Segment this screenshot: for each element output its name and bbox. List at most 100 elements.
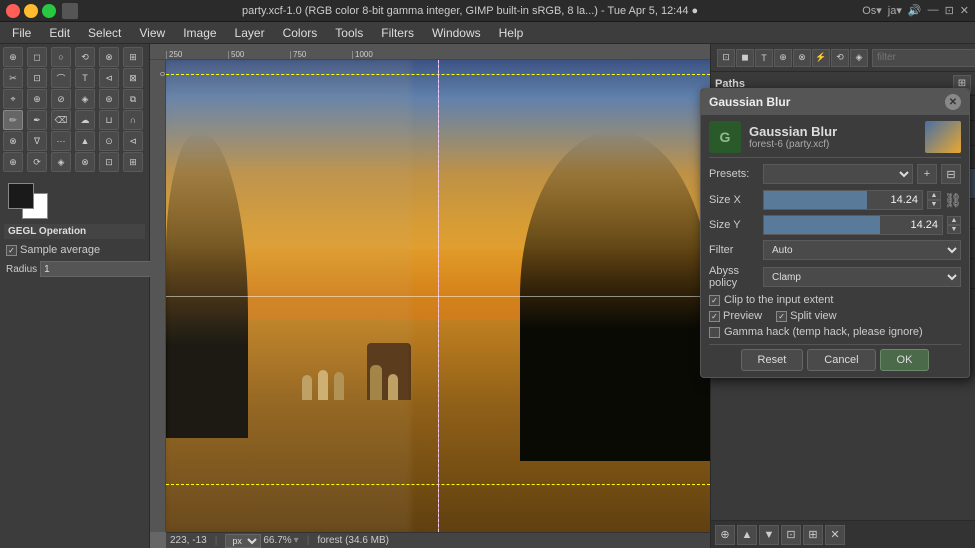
delete-layer-btn[interactable]: ✕ [825,525,845,545]
clip-input-checkbox[interactable] [709,295,720,306]
radius-row: Radius ▲ ▼ [4,258,145,280]
unit-select[interactable]: px [225,534,261,548]
menu-view[interactable]: View [131,24,173,42]
tool-extra1[interactable]: ⊡ [99,152,119,172]
tool-fuzzy-select[interactable]: ⊗ [99,47,119,67]
tool-free-transform[interactable]: ◈ [51,152,71,172]
tool-select-by-color[interactable]: ⊞ [123,47,143,67]
panel-icon-8[interactable]: ◈ [850,49,868,67]
tool-heal[interactable]: ⊲ [123,131,143,151]
tool-measure[interactable]: ⊠ [123,68,143,88]
lang-info[interactable]: ja▾ [888,4,902,17]
menu-select[interactable]: Select [80,24,129,42]
tool-move[interactable]: ⊕ [27,89,47,109]
panel-icon-4[interactable]: ⊕ [774,49,792,67]
tool-paths[interactable]: ⌒ [51,68,71,88]
raise-layer-btn[interactable]: ▲ [737,525,757,545]
tool-text[interactable]: T [75,68,95,88]
tool-3d-transform[interactable]: ⧉ [123,89,143,109]
panel-icon-2[interactable]: ◼ [736,49,754,67]
panel-icon-1[interactable]: ⊡ [717,49,735,67]
menu-help[interactable]: Help [491,24,532,42]
lower-layer-btn[interactable]: ▼ [759,525,779,545]
menu-windows[interactable]: Windows [424,24,489,42]
zoom-control[interactable]: px 66.7% ▾ [225,534,298,548]
tool-smudge[interactable]: ∇ [27,131,47,151]
tool-lasso[interactable]: ⟲ [75,47,95,67]
duplicate-layer-btn[interactable]: ⊡ [781,525,801,545]
size-y-slider[interactable]: 14.24 [763,215,943,235]
crosshair-v [438,60,439,532]
tool-scissors[interactable]: ✂ [3,68,23,88]
filter-input[interactable] [872,49,975,67]
tool-clone[interactable]: ⊗ [3,131,23,151]
split-view-checkbox[interactable] [776,311,787,322]
tool-align[interactable]: ⊘ [51,89,71,109]
tool-mypaint[interactable]: ∩ [123,110,143,130]
presets-menu-btn[interactable]: ⊟ [941,164,961,184]
tool-transform[interactable]: ◈ [75,89,95,109]
canvas-content[interactable] [166,60,710,532]
size-x-spin-down[interactable]: ▼ [927,200,941,209]
presets-add-btn[interactable]: + [917,164,937,184]
panel-icon-7[interactable]: ⟲ [831,49,849,67]
tool-eraser[interactable]: ⌫ [51,110,71,130]
anchor-layer-btn[interactable]: ⊞ [803,525,823,545]
ok-button[interactable]: OK [880,349,930,371]
tool-extra2[interactable]: ⊞ [123,152,143,172]
size-x-slider[interactable]: 14.24 [763,190,923,210]
panel-icon-5[interactable]: ⊗ [793,49,811,67]
tool-pencil[interactable]: ✏ [3,110,23,130]
tool-paintbrush[interactable]: ✒ [27,110,47,130]
tool-dodge[interactable]: ▲ [75,131,95,151]
size-x-spin-up[interactable]: ▲ [927,191,941,200]
size-link[interactable]: ⛓ [945,192,961,209]
menu-image[interactable]: Image [175,24,224,42]
menu-file[interactable]: File [4,24,39,42]
reset-button[interactable]: Reset [741,349,804,371]
size-y-spin-down[interactable]: ▼ [947,225,961,234]
presets-combo[interactable] [763,164,913,184]
panel-icon-6[interactable]: ⚡ [812,49,830,67]
tool-free-select[interactable]: ⊕ [3,47,23,67]
tool-warp[interactable]: ⊛ [99,89,119,109]
tool-rect-select[interactable]: ◻ [27,47,47,67]
close-icon[interactable] [6,4,20,18]
menu-filters[interactable]: Filters [373,24,422,42]
filter-type-select[interactable]: Auto IIR RLE [763,240,961,260]
new-layer-btn[interactable]: ⊕ [715,525,735,545]
foreground-color[interactable] [8,183,34,209]
menu-edit[interactable]: Edit [41,24,78,42]
zoom-dropdown-icon[interactable]: ▾ [294,535,299,546]
tool-bucket-fill[interactable]: ⊕ [3,152,23,172]
fg-bg-colors[interactable] [0,175,149,220]
dialog-titlebar: Gaussian Blur ✕ [701,89,969,115]
abyss-select[interactable]: Clamp Loop Black White [763,267,961,287]
menu-colors[interactable]: Colors [275,24,326,42]
tool-foreground-select[interactable]: ⊡ [27,68,47,88]
gamma-checkbox[interactable] [709,327,720,338]
tool-ellipse-select[interactable]: ○ [51,47,71,67]
size-y-spin-up[interactable]: ▲ [947,216,961,225]
dialog-body: G Gaussian Blur forest-6 (party.xcf) Pre… [701,115,969,377]
menu-tools[interactable]: Tools [327,24,371,42]
menu-layer[interactable]: Layer [227,24,273,42]
tool-color-picker[interactable]: ⊲ [99,68,119,88]
dialog-close-button[interactable]: ✕ [945,94,961,110]
preview-checkbox[interactable] [709,311,720,322]
maximize-icon[interactable] [42,4,56,18]
tool-airbrush[interactable]: ☁ [75,110,95,130]
tool-burn[interactable]: ⊙ [99,131,119,151]
tool-zoom[interactable]: ⌖ [3,89,23,109]
minimize-icon[interactable] [24,4,38,18]
os-info[interactable]: Os▾ [862,4,882,17]
sample-average-checkbox[interactable] [6,245,17,256]
window-controls[interactable] [6,4,56,18]
panel-icon-3[interactable]: T [755,49,773,67]
tool-convolve[interactable]: ⋯ [51,131,71,151]
tool-cage[interactable]: ⊗ [75,152,95,172]
ruler-mark-v1: 0 [158,72,165,76]
tool-blend[interactable]: ⟳ [27,152,47,172]
cancel-button[interactable]: Cancel [807,349,875,371]
tool-ink[interactable]: ⊔ [99,110,119,130]
